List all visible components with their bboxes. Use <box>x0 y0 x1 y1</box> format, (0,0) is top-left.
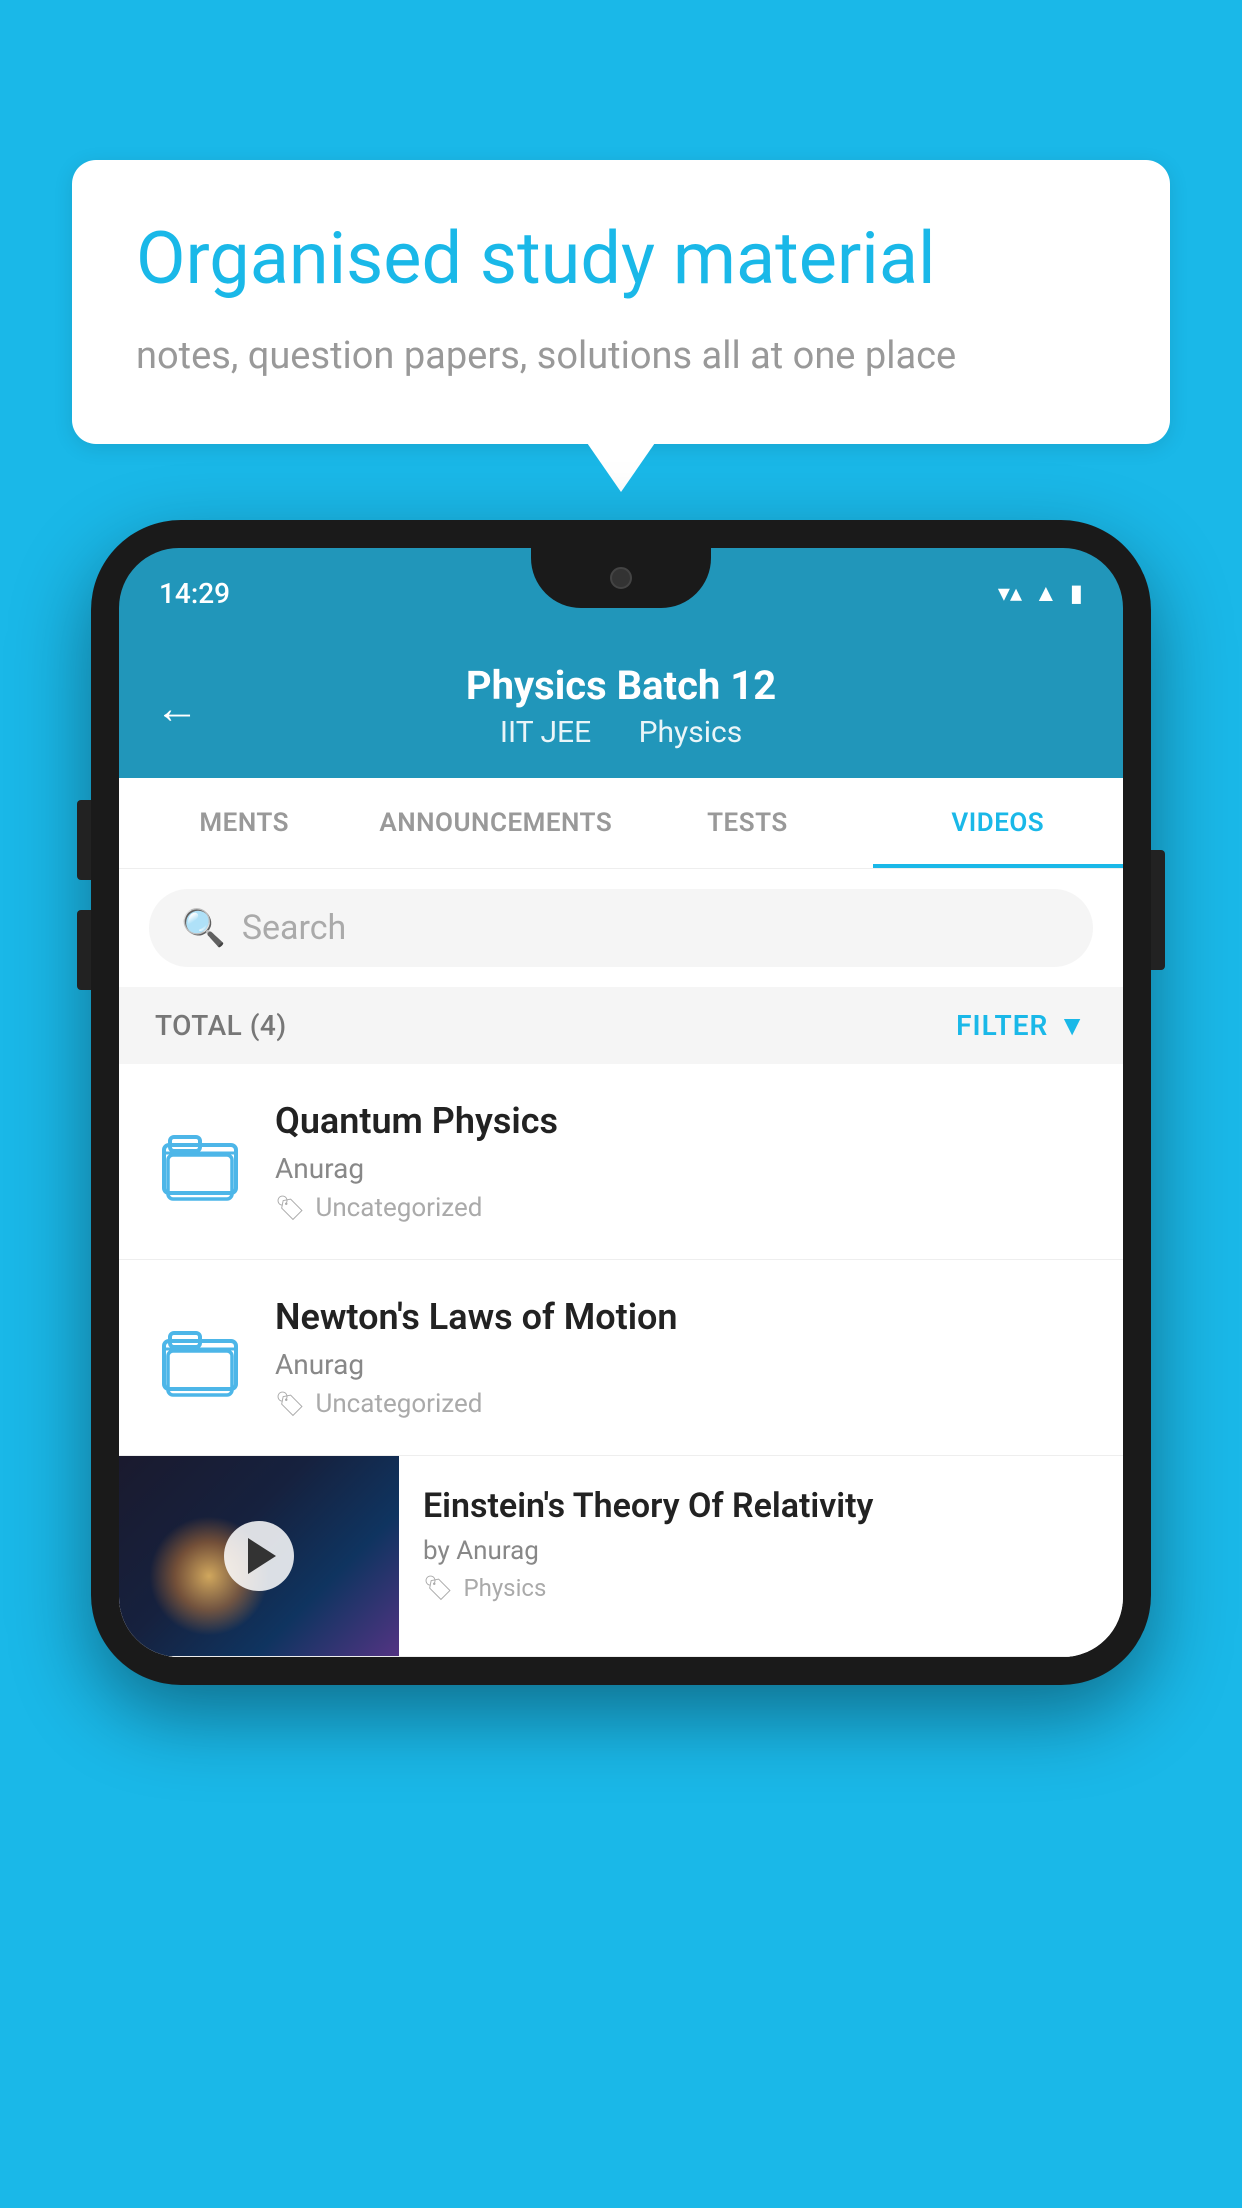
filter-label: FILTER <box>956 1009 1048 1042</box>
item-author: Anurag <box>275 1152 1087 1185</box>
front-camera <box>610 567 632 589</box>
video-info: Einstein's Theory Of Relativity by Anura… <box>399 1456 1123 1632</box>
signal-icon: ▲ <box>1034 579 1058 608</box>
item-title: Quantum Physics <box>275 1100 1087 1142</box>
tab-announcements[interactable]: ANNOUNCEMENTS <box>369 778 622 868</box>
search-container: 🔍 Search <box>119 869 1123 987</box>
tag-icon: 🏷 <box>423 1574 453 1602</box>
list-item[interactable]: Quantum Physics Anurag 🏷 Uncategorized <box>119 1064 1123 1260</box>
bubble-heading: Organised study material <box>136 216 1106 302</box>
tab-ments[interactable]: MENTS <box>119 778 369 868</box>
tag-label: Uncategorized <box>315 1389 482 1419</box>
app-title: Physics Batch 12 <box>159 662 1083 709</box>
tag-icon: 🏷 <box>275 1390 305 1418</box>
video-list: Quantum Physics Anurag 🏷 Uncategorized <box>119 1064 1123 1657</box>
tag-label: Physics <box>463 1574 546 1602</box>
filter-button[interactable]: FILTER ▼ <box>956 1009 1087 1042</box>
wifi-icon: ▾▴ <box>998 579 1022 607</box>
video-thumbnail <box>119 1456 399 1656</box>
folder-icon <box>160 1318 240 1398</box>
tag-icon: 🏷 <box>275 1194 305 1222</box>
power-button <box>1151 850 1165 970</box>
status-icons: ▾▴ ▲ ▮ <box>998 579 1083 608</box>
item-info: Quantum Physics Anurag 🏷 Uncategorized <box>275 1100 1087 1223</box>
search-placeholder: Search <box>242 908 346 948</box>
phone-mockup: 14:29 ▾▴ ▲ ▮ ← Physics Batch 12 IIT JEE … <box>91 520 1151 1685</box>
item-author: Anurag <box>275 1348 1087 1381</box>
folder-icon-wrapper <box>155 1117 245 1207</box>
tab-videos[interactable]: VIDEOS <box>873 778 1123 868</box>
item-info: Newton's Laws of Motion Anurag 🏷 Uncateg… <box>275 1296 1087 1419</box>
search-icon: 🔍 <box>181 907 226 949</box>
subtitle-iitjee: IIT JEE <box>500 715 591 750</box>
bubble-subtext: notes, question papers, solutions all at… <box>136 330 1106 383</box>
app-subtitle: IIT JEE Physics <box>159 715 1083 750</box>
list-item-video[interactable]: Einstein's Theory Of Relativity by Anura… <box>119 1456 1123 1657</box>
subtitle-physics: Physics <box>639 715 743 750</box>
status-time: 14:29 <box>159 577 230 610</box>
list-item[interactable]: Newton's Laws of Motion Anurag 🏷 Uncateg… <box>119 1260 1123 1456</box>
tab-tests[interactable]: TESTS <box>622 778 872 868</box>
volume-down-button <box>77 910 91 990</box>
tag-label: Uncategorized <box>315 1193 482 1223</box>
status-bar: 14:29 ▾▴ ▲ ▮ <box>119 548 1123 638</box>
app-header: ← Physics Batch 12 IIT JEE Physics <box>119 638 1123 778</box>
phone-notch <box>531 548 711 608</box>
filter-funnel-icon: ▼ <box>1058 1009 1087 1042</box>
phone-body: 14:29 ▾▴ ▲ ▮ ← Physics Batch 12 IIT JEE … <box>91 520 1151 1685</box>
filter-bar: TOTAL (4) FILTER ▼ <box>119 987 1123 1064</box>
phone-screen: ← Physics Batch 12 IIT JEE Physics MENTS… <box>119 638 1123 1657</box>
tab-bar: MENTS ANNOUNCEMENTS TESTS VIDEOS <box>119 778 1123 869</box>
volume-up-button <box>77 800 91 880</box>
video-tag: 🏷 Physics <box>423 1574 1099 1602</box>
battery-icon: ▮ <box>1070 579 1083 607</box>
back-button[interactable]: ← <box>155 682 199 734</box>
item-tag: 🏷 Uncategorized <box>275 1389 1087 1419</box>
video-author: by Anurag <box>423 1536 1099 1566</box>
play-button[interactable] <box>224 1521 294 1591</box>
folder-icon-wrapper <box>155 1313 245 1403</box>
speech-bubble-section: Organised study material notes, question… <box>72 160 1170 444</box>
speech-bubble-card: Organised study material notes, question… <box>72 160 1170 444</box>
item-title: Newton's Laws of Motion <box>275 1296 1087 1338</box>
video-title: Einstein's Theory Of Relativity <box>423 1486 1099 1526</box>
total-count-label: TOTAL (4) <box>155 1009 287 1042</box>
play-triangle-icon <box>248 1538 276 1574</box>
folder-icon <box>160 1122 240 1202</box>
search-bar[interactable]: 🔍 Search <box>149 889 1093 967</box>
item-tag: 🏷 Uncategorized <box>275 1193 1087 1223</box>
